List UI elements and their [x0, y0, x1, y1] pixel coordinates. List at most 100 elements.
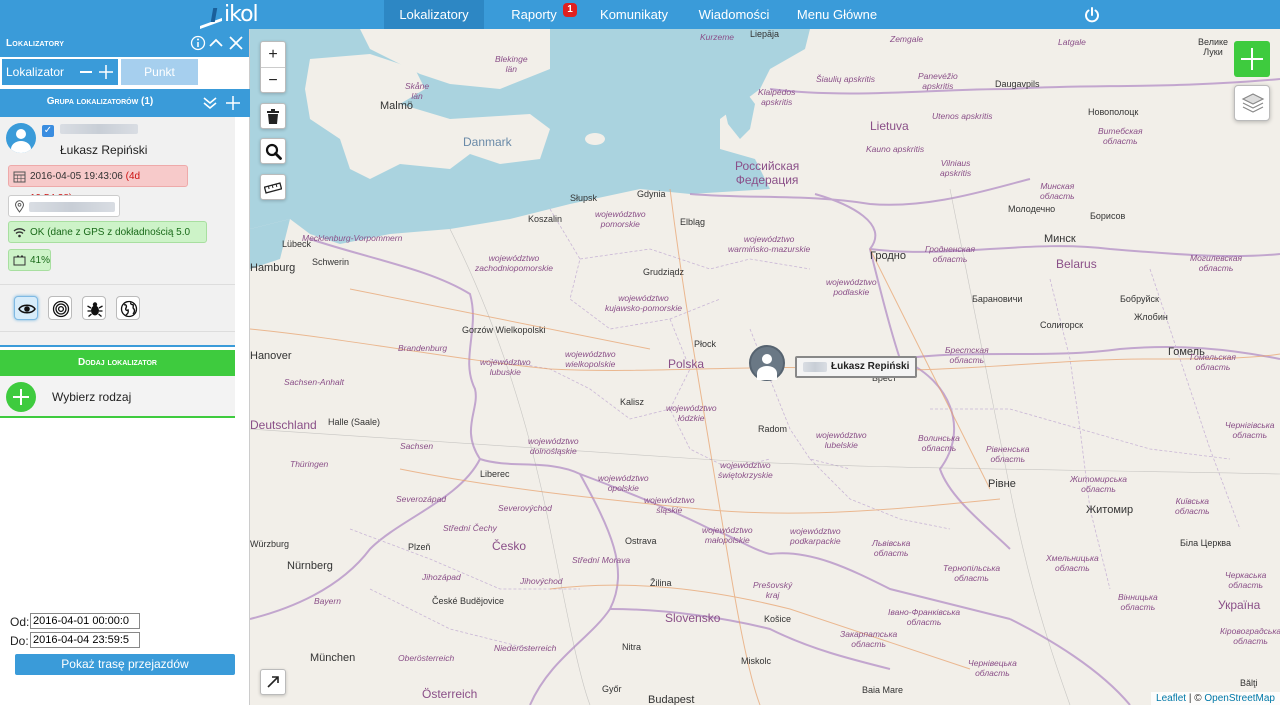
expand-arrow-icon	[267, 676, 279, 688]
map-label-gyor: Győr	[602, 684, 622, 694]
map-label-rf: Российская Федерация	[735, 159, 800, 187]
zoom-out-button[interactable]: −	[261, 67, 285, 92]
map-label-blekinge: Blekinge län	[495, 54, 528, 74]
range-button[interactable]	[48, 296, 72, 320]
marker-label[interactable]: Łukasz Repiński	[795, 356, 918, 378]
locator-card: ✓ Łukasz Repiński 2016-04-05 19:43:06 (4…	[0, 117, 235, 347]
from-date-input[interactable]	[30, 613, 140, 629]
app-logo[interactable]: ikol	[198, 2, 259, 27]
map-label-thuringen: Thüringen	[290, 459, 329, 469]
map-label-lietuva: Lietuva	[870, 119, 909, 133]
map-label-kosice: Košice	[764, 614, 792, 624]
debug-button[interactable]	[82, 296, 106, 320]
map-label-gorzow: Gorzów Wielkopolski	[462, 325, 546, 335]
map-label-sachsen: Sachsen	[400, 441, 434, 451]
measure-button[interactable]	[260, 174, 286, 200]
to-date-input[interactable]	[30, 632, 140, 648]
add-locator-header: Dodaj lokalizator	[0, 350, 235, 376]
double-chevron-down-icon[interactable]	[202, 95, 218, 111]
nav-lokalizatory[interactable]: Lokalizatory	[384, 0, 484, 29]
map-label-minsk: Минск	[1044, 233, 1076, 245]
map-label-cherk: Черкаська область	[1225, 570, 1267, 590]
panel-title: Lokalizatory	[6, 38, 65, 49]
add-locator-row[interactable]: Wybierz rodzaj	[0, 376, 235, 418]
map-label-budapest: Budapest	[648, 694, 695, 705]
map-label-klaipedos: Klaipėdos apskritis	[758, 87, 796, 107]
map-label-stredni-cechy: Střední Čechy	[443, 523, 497, 533]
map-label-radom: Radom	[758, 424, 788, 434]
map-label-bila: Біла Церква	[1180, 538, 1231, 548]
expand-button[interactable]	[260, 669, 286, 695]
bug-icon	[87, 302, 103, 317]
map-label-munchen: München	[310, 652, 356, 664]
layers-button[interactable]	[1234, 85, 1270, 121]
locator-marker[interactable]	[749, 345, 785, 381]
power-icon[interactable]	[1082, 5, 1102, 25]
map-label-deutschland: Deutschland	[250, 418, 317, 432]
globe-icon	[120, 300, 138, 318]
osm-link[interactable]: OpenStreetMap	[1204, 693, 1275, 704]
leaflet-link[interactable]: Leaflet	[1156, 693, 1186, 704]
address-badge	[8, 195, 120, 217]
map-search-button[interactable]	[260, 138, 286, 164]
add-map-object-button[interactable]	[1234, 41, 1270, 77]
chevron-up-icon[interactable]	[208, 35, 224, 51]
map-label-bobruisk: Бобруйск	[1120, 294, 1159, 304]
info-icon[interactable]	[190, 35, 206, 51]
nav-menu-glowne[interactable]: Menu Główne	[792, 0, 882, 29]
map-label-belarus: Belarus	[1056, 257, 1097, 271]
add-group-icon[interactable]	[225, 95, 241, 111]
tab-lokalizator[interactable]: Lokalizator	[2, 59, 118, 85]
search-icon	[265, 143, 282, 160]
map-label-rivne: Рівне	[988, 478, 1016, 490]
map-label-mv: Mecklenburg-Vorpommern	[302, 233, 403, 243]
map-label-zp: województwo zachodniopomorskie	[475, 253, 553, 273]
map-attribution: Leaflet | © OpenStreetMap	[1151, 692, 1280, 705]
map-label-balti: Bălţi	[1240, 678, 1258, 688]
map-label-mogil-obl: Могилевская область	[1190, 253, 1243, 273]
map-label-khmel: Хмельницька область	[1046, 553, 1099, 573]
map-label-plock: Płock	[694, 339, 717, 349]
tab-punkt[interactable]: Punkt	[121, 59, 198, 85]
map-label-slupsk: Słupsk	[570, 193, 598, 203]
avatar[interactable]	[6, 123, 36, 153]
map-label-slaskie: województwo śląskie	[644, 495, 695, 515]
map-label-presovsky: Prešovský kraj	[753, 580, 793, 600]
close-icon[interactable]	[228, 35, 244, 51]
track-button[interactable]	[14, 296, 38, 320]
map-label-severovychod: Severovýchod	[498, 503, 552, 513]
battery-icon	[13, 255, 26, 266]
marker-label-name: Łukasz Repiński	[831, 361, 910, 372]
map-label-liepaja: Liepāja	[750, 29, 780, 39]
map-label-vinn: Вінницька область	[1118, 592, 1158, 612]
top-bar: ikol Lokalizatory Raporty 1 Komunikaty W…	[0, 0, 1280, 29]
map-label-malmo: Malmö	[380, 100, 414, 112]
show-route-button[interactable]: Pokaż trasę przejazdów	[15, 654, 235, 675]
map-label-elblag: Elbląg	[680, 217, 706, 227]
nav-raporty[interactable]: Raporty	[500, 0, 568, 29]
map-label-ternopil: Тернопільська область	[943, 563, 1001, 583]
map-label-podkarpackie: województwo podkarpackie	[790, 526, 841, 546]
locator-checkbox[interactable]: ✓	[42, 125, 54, 137]
zoom-in-button[interactable]: +	[261, 42, 285, 67]
map-label-baia: Baia Mare	[862, 685, 904, 695]
group-header[interactable]: Grupa lokalizatorów (1)	[0, 89, 250, 117]
ruler-icon	[264, 182, 282, 194]
logo-text: ikol	[224, 2, 259, 27]
map-label-swiet: województwo świętokrzyskie	[718, 460, 773, 480]
map-label-zakarp: Закарпатська область	[840, 629, 898, 649]
plus-icon[interactable]	[98, 64, 114, 80]
map-label-gdynia: Gdynia	[637, 189, 666, 199]
map-label-kirov: Кіровоградська область	[1220, 626, 1280, 646]
panel-tabs: Lokalizator Punkt	[0, 57, 250, 89]
nav-komunikaty[interactable]: Komunikaty	[592, 0, 676, 29]
globe-button[interactable]	[116, 296, 140, 320]
delete-button[interactable]	[260, 103, 286, 129]
map-label-ostrava: Ostrava	[625, 536, 657, 546]
map-label-niederosterreich: Niederösterreich	[494, 643, 557, 653]
nav-wiadomosci[interactable]: Wiadomości	[690, 0, 778, 29]
minus-icon[interactable]	[80, 71, 92, 73]
add-circle-icon[interactable]	[6, 382, 36, 412]
map-label-wlkp: województwo wielkopolskie	[565, 349, 616, 369]
map[interactable]: Danmark Polska Deutschland Česko Slovens…	[250, 29, 1280, 705]
